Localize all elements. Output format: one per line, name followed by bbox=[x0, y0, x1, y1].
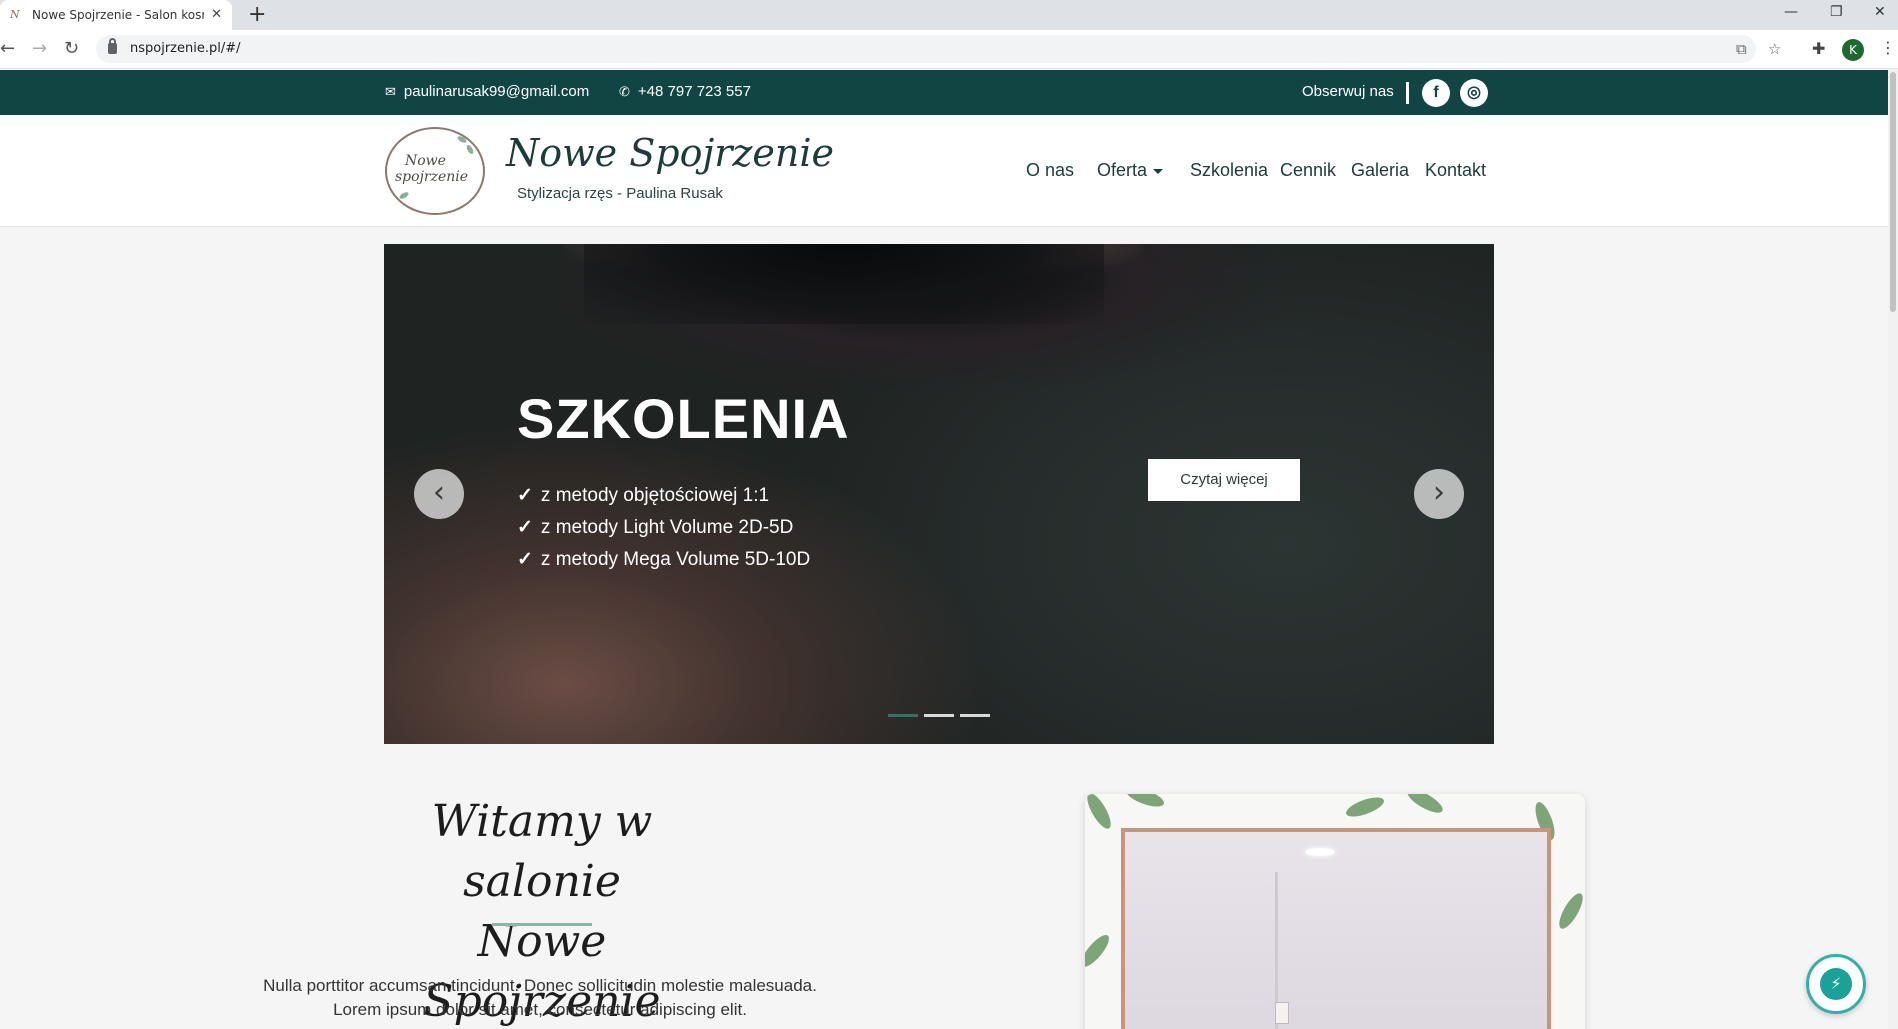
scrollbar-thumb[interactable] bbox=[1890, 72, 1896, 312]
hero-title: SZKOLENIA bbox=[517, 387, 850, 450]
leaf-decoration-icon bbox=[1123, 794, 1167, 811]
nav-contact[interactable]: Kontakt bbox=[1425, 160, 1486, 181]
leaf-decoration-icon bbox=[1343, 794, 1387, 821]
carousel-indicator-3[interactable] bbox=[960, 714, 990, 717]
messenger-chat-button[interactable]: ⚡ bbox=[1806, 954, 1866, 1014]
leaf-decoration-icon bbox=[1404, 794, 1446, 818]
hero-feature-text: z metody Light Volume 2D-5D bbox=[540, 517, 794, 538]
browser-menu-icon[interactable]: ⋮ bbox=[1880, 38, 1896, 57]
nav-offer-dropdown[interactable]: Oferta bbox=[1097, 160, 1164, 181]
carousel-indicator-2[interactable] bbox=[924, 714, 954, 717]
address-bar[interactable]: nspojrzenie.pl/#/ ⧉ ☆ bbox=[96, 35, 1781, 63]
brand-tagline: Stylizacja rzęs - Paulina Rusak bbox=[517, 185, 723, 202]
extensions-puzzle-icon[interactable]: ✚ bbox=[1812, 39, 1825, 58]
new-tab-icon[interactable]: + bbox=[248, 3, 266, 27]
hero-feature-item: ✓ z metody objętościowej 1:1 bbox=[517, 480, 810, 512]
site-header: Nowe spojrzenie Nowe Spojrzenie Stylizac… bbox=[0, 115, 1888, 227]
email-contact[interactable]: ✉ paulinarusak99@gmail.com bbox=[385, 83, 589, 100]
browser-toolbar: ← → ↻ nspojrzenie.pl/#/ ⧉ ☆ ✚ K ⋮ bbox=[0, 30, 1898, 69]
carousel-prev-button[interactable]: ‹ bbox=[414, 469, 464, 519]
url-text[interactable]: nspojrzenie.pl/#/ bbox=[130, 41, 241, 56]
nav-about[interactable]: O nas bbox=[1026, 160, 1074, 181]
light-switch bbox=[1275, 1002, 1289, 1024]
close-tab-icon[interactable]: ✕ bbox=[211, 8, 222, 22]
topbar-divider bbox=[1406, 82, 1409, 104]
browser-tab[interactable]: N Nowe Spojrzenie - Salon kosmet ✕ bbox=[0, 0, 232, 30]
carousel-indicator-1[interactable] bbox=[888, 714, 918, 717]
reload-icon[interactable]: ↻ bbox=[64, 37, 79, 61]
hero-feature-item: ✓ z metody Mega Volume 5D-10D bbox=[517, 544, 810, 576]
check-icon: ✓ bbox=[517, 549, 533, 570]
browser-tab-strip: N Nowe Spojrzenie - Salon kosmet ✕ + — ❐… bbox=[0, 0, 1898, 30]
brand-name[interactable]: Nowe Spojrzenie bbox=[506, 131, 834, 175]
follow-label: Obserwuj nas bbox=[1302, 83, 1394, 100]
leaf-decoration-icon bbox=[1085, 794, 1116, 832]
nav-trainings[interactable]: Szkolenia bbox=[1190, 160, 1268, 181]
hero-feature-item: ✓ z metody Light Volume 2D-5D bbox=[517, 512, 810, 544]
tab-title: Nowe Spojrzenie - Salon kosmet bbox=[32, 8, 204, 22]
caret-down-icon bbox=[1153, 168, 1164, 174]
nav-gallery[interactable]: Galeria bbox=[1351, 160, 1409, 181]
photo-mirror-frame bbox=[1121, 828, 1551, 1029]
check-icon: ✓ bbox=[517, 485, 533, 506]
back-icon[interactable]: ← bbox=[0, 37, 15, 61]
hero-image-lashes bbox=[584, 244, 1104, 324]
leaf-decoration-icon bbox=[1554, 890, 1585, 932]
read-more-button[interactable]: Czytaj więcej bbox=[1148, 459, 1300, 501]
email-text[interactable]: paulinarusak99@gmail.com bbox=[404, 83, 589, 100]
profile-avatar[interactable]: K bbox=[1842, 39, 1864, 61]
hero-feature-text: z metody objętościowej 1:1 bbox=[540, 485, 770, 506]
welcome-body-text: Nulla porttitor accumsan tincidunt. Done… bbox=[263, 976, 817, 1019]
site-favicon-icon: N bbox=[10, 8, 20, 21]
hero-carousel: SZKOLENIA ✓ z metody objętościowej 1:1 ✓ z… bbox=[384, 244, 1494, 744]
restore-icon[interactable]: ❐ bbox=[1830, 4, 1843, 20]
heading-underline bbox=[492, 923, 592, 926]
phone-text[interactable]: +48 797 723 557 bbox=[638, 83, 751, 100]
phone-contact[interactable]: ✆ +48 797 723 557 bbox=[619, 83, 751, 100]
leaf-icon bbox=[398, 190, 410, 201]
logo-line-2: spojrzenie bbox=[395, 169, 469, 185]
hero-feature-list: ✓ z metody objętościowej 1:1 ✓ z metody Li… bbox=[517, 480, 810, 576]
ceiling-lamp bbox=[1305, 848, 1335, 856]
welcome-heading-line-1: Witamy w salonie bbox=[431, 796, 653, 907]
instagram-icon[interactable]: ◎ bbox=[1460, 79, 1488, 107]
nav-offer-label: Oferta bbox=[1097, 160, 1148, 180]
messenger-icon: ⚡ bbox=[1820, 968, 1852, 1000]
minimize-icon[interactable]: — bbox=[1784, 4, 1798, 20]
translate-icon[interactable]: ⧉ bbox=[1736, 40, 1747, 58]
close-window-icon[interactable]: ✕ bbox=[1874, 4, 1886, 20]
bookmark-star-icon[interactable]: ☆ bbox=[1768, 40, 1781, 58]
lock-icon[interactable] bbox=[108, 38, 117, 54]
logo-wordmark: Nowe spojrzenie bbox=[395, 153, 468, 185]
logo-line-1: Nowe bbox=[405, 153, 446, 169]
leaf-decoration-icon bbox=[1085, 931, 1114, 971]
carousel-next-button[interactable]: › bbox=[1414, 469, 1464, 519]
phone-icon: ✆ bbox=[619, 83, 630, 99]
nav-prices[interactable]: Cennik bbox=[1280, 160, 1336, 181]
forward-icon[interactable]: → bbox=[32, 37, 47, 61]
mail-icon: ✉ bbox=[385, 83, 396, 99]
leaf-icon bbox=[456, 134, 468, 145]
contact-topbar: ✉ paulinarusak99@gmail.com ✆ +48 797 723… bbox=[0, 70, 1888, 115]
facebook-icon[interactable]: f bbox=[1422, 79, 1450, 107]
salon-photo bbox=[1085, 794, 1585, 1029]
logo[interactable]: Nowe spojrzenie bbox=[385, 127, 485, 215]
hero-feature-text: z metody Mega Volume 5D-10D bbox=[540, 549, 811, 570]
check-icon: ✓ bbox=[517, 517, 533, 538]
